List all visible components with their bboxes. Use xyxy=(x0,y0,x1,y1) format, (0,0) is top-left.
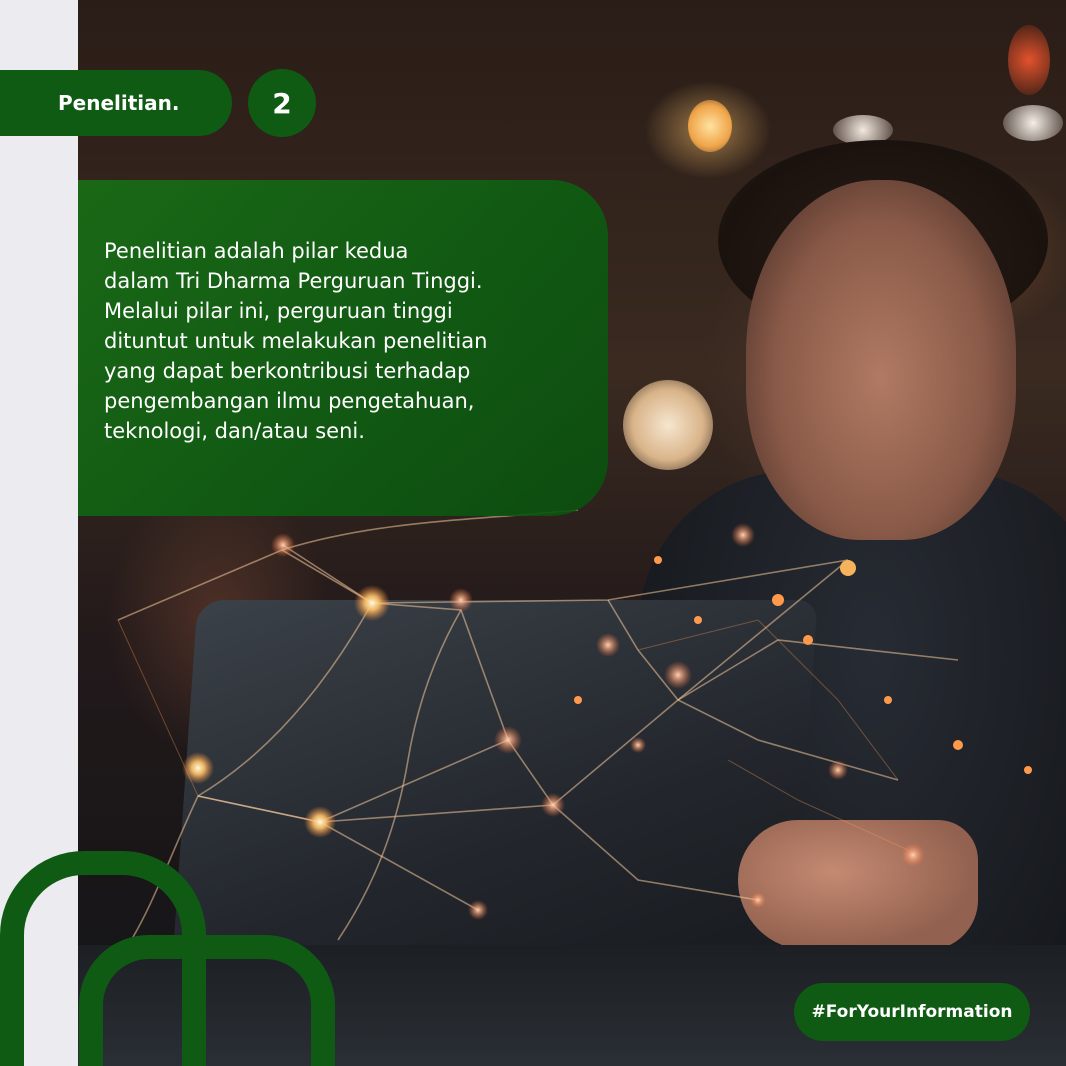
panel-line: yang dapat berkontribusi terhadap xyxy=(104,359,471,383)
decorative-arches xyxy=(0,851,335,1066)
panel-line: dituntut untuk melakukan penelitian xyxy=(104,329,488,353)
panel-line: pengembangan ilmu pengetahuan, xyxy=(104,389,475,413)
page-number: 2 xyxy=(272,86,292,120)
panel-line: Penelitian adalah pilar kedua xyxy=(104,239,409,263)
section-tab: Penelitian. xyxy=(0,70,232,136)
panel-paragraph: Penelitian adalah pilar kedua dalam Tri … xyxy=(104,236,594,446)
text-panel: Penelitian adalah pilar kedua dalam Tri … xyxy=(78,180,608,516)
panel-line: dalam Tri Dharma Perguruan Tinggi. xyxy=(104,269,483,293)
slide: Penelitian. 2 Penelitian adalah pilar ke… xyxy=(0,0,1066,1066)
panel-line: teknologi, dan/atau seni. xyxy=(104,419,365,443)
hashtag-text: #ForYourInformation xyxy=(811,1002,1013,1022)
page-number-badge: 2 xyxy=(248,69,316,137)
section-label: Penelitian. xyxy=(58,91,180,115)
hashtag-badge: #ForYourInformation xyxy=(794,983,1030,1041)
panel-line: Melalui pilar ini, perguruan tinggi xyxy=(104,299,453,323)
